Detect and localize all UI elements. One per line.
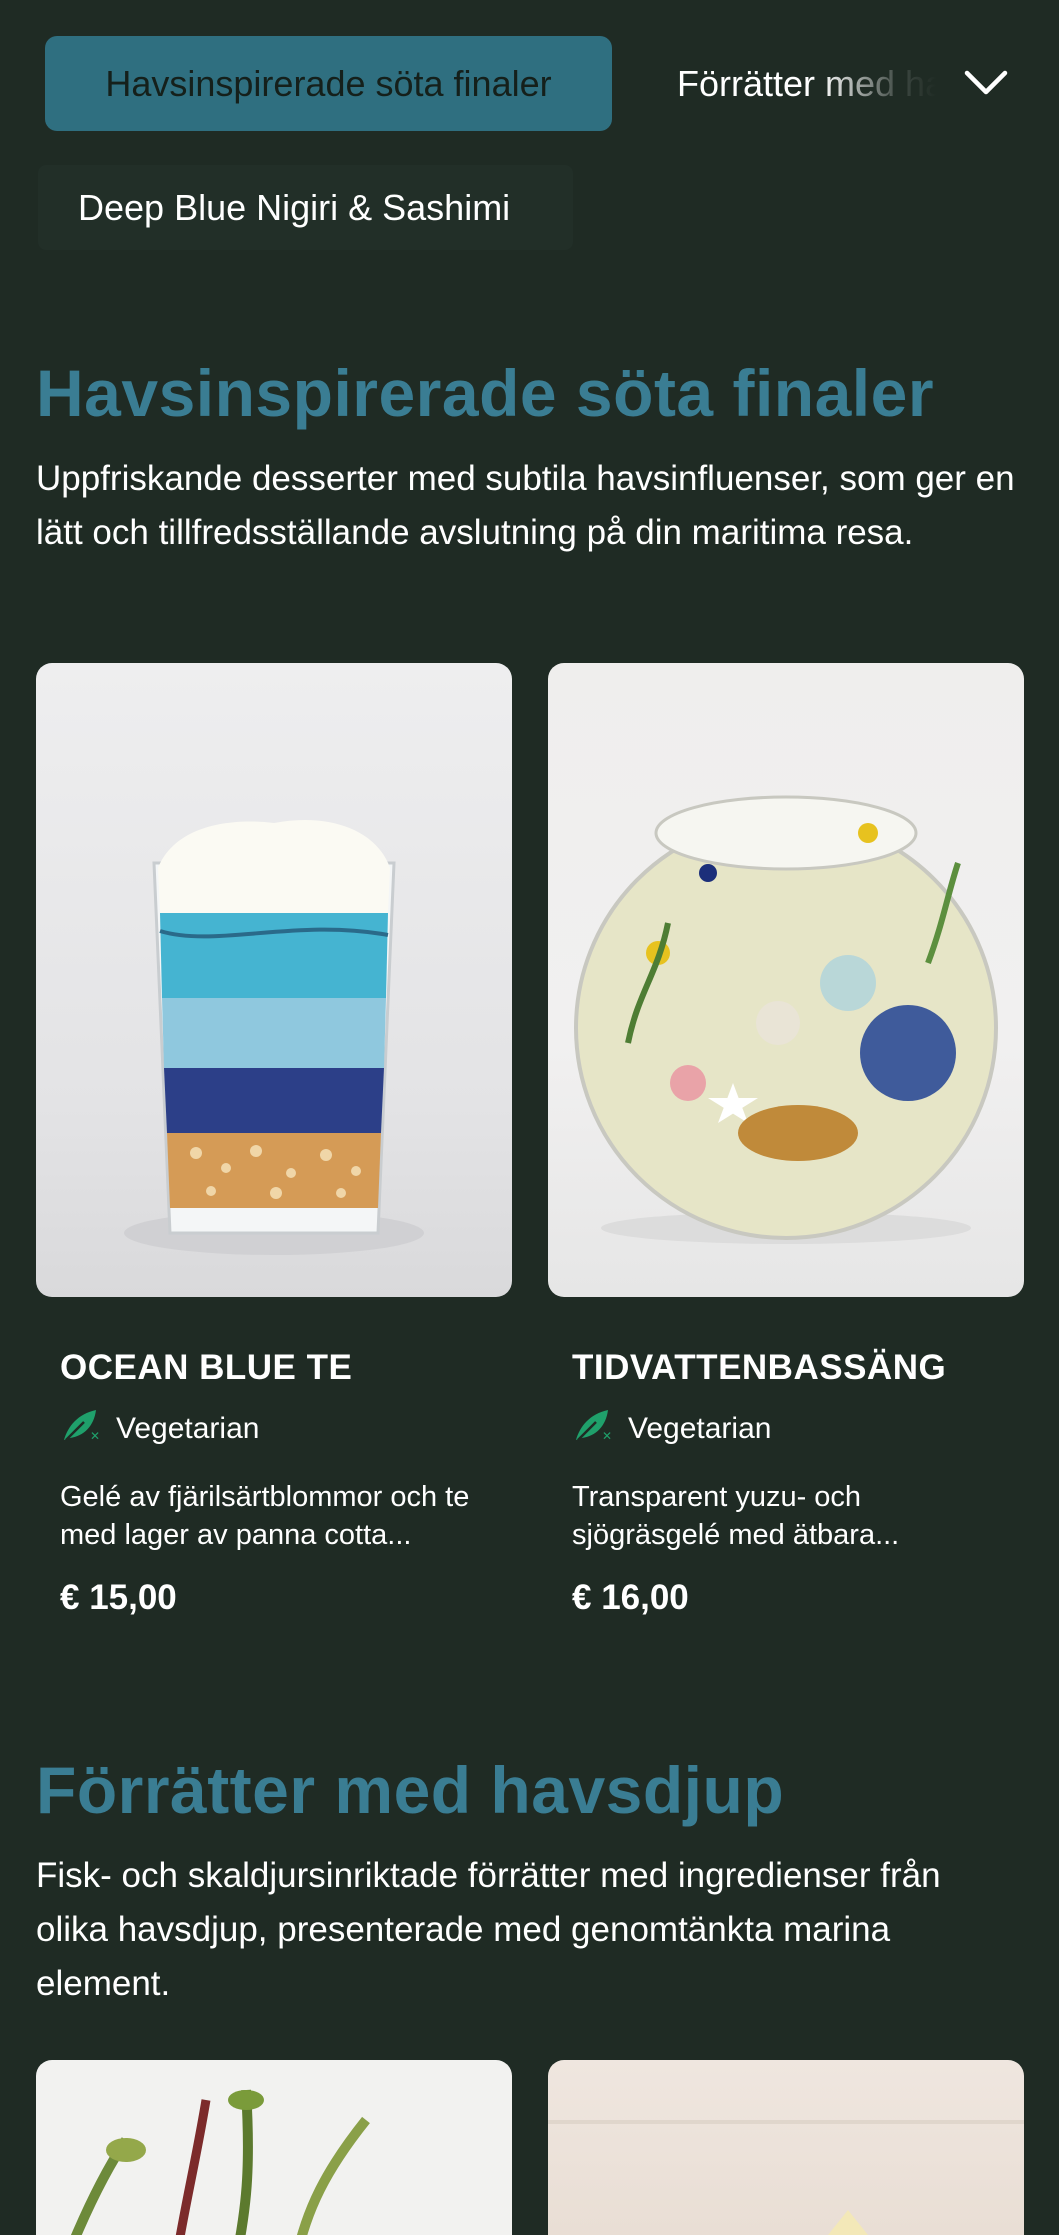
section-description: Fisk- och skaldjursinriktade förrätter m… — [36, 1856, 941, 2003]
category-tab-next[interactable]: Förrätter med havsdjup — [677, 36, 937, 131]
menu-item-image[interactable] — [36, 663, 512, 1297]
menu-item-image[interactable] — [36, 2060, 512, 2235]
category-nav: Havsinspirerade söta finaler Förrätter m… — [0, 0, 1059, 165]
menu-item-title[interactable]: TIDVATTENBASSÄNG — [572, 1348, 946, 1388]
section-title: Havsinspirerade söta finaler — [36, 356, 935, 430]
menu-item-description: Transparent yuzu- och sjögräsgelé med ät… — [572, 1481, 900, 1551]
diet-tag: ✕ Vegetarian — [572, 1406, 771, 1452]
menu-item-price: € 15,00 — [60, 1578, 177, 1617]
menu-item-title[interactable]: OCEAN BLUE TE — [60, 1348, 352, 1388]
menu-item-price: € 16,00 — [572, 1578, 689, 1617]
svg-text:✕: ✕ — [602, 1429, 612, 1443]
menu-item-image[interactable] — [548, 663, 1024, 1297]
section-title: Förrätter med havsdjup — [36, 1753, 785, 1827]
svg-text:✕: ✕ — [90, 1429, 100, 1443]
diet-label: Vegetarian — [628, 1412, 772, 1445]
menu-item-description: Gelé av fjärilsärtblommor och te med lag… — [60, 1481, 470, 1551]
menu-item-image[interactable] — [548, 2060, 1024, 2235]
section-description: Uppfriskande desserter med subtila havsi… — [36, 459, 1015, 552]
chevron-down-icon[interactable] — [955, 55, 1017, 111]
vegetarian-leaf-icon: ✕ — [572, 1406, 614, 1452]
diet-tag: ✕ Vegetarian — [60, 1406, 259, 1452]
vegetarian-leaf-icon: ✕ — [60, 1406, 102, 1452]
category-tab-nigiri[interactable]: Deep Blue Nigiri & Sashimi — [38, 165, 573, 250]
diet-label: Vegetarian — [116, 1412, 260, 1445]
category-tab-active[interactable]: Havsinspirerade söta finaler — [45, 36, 612, 131]
